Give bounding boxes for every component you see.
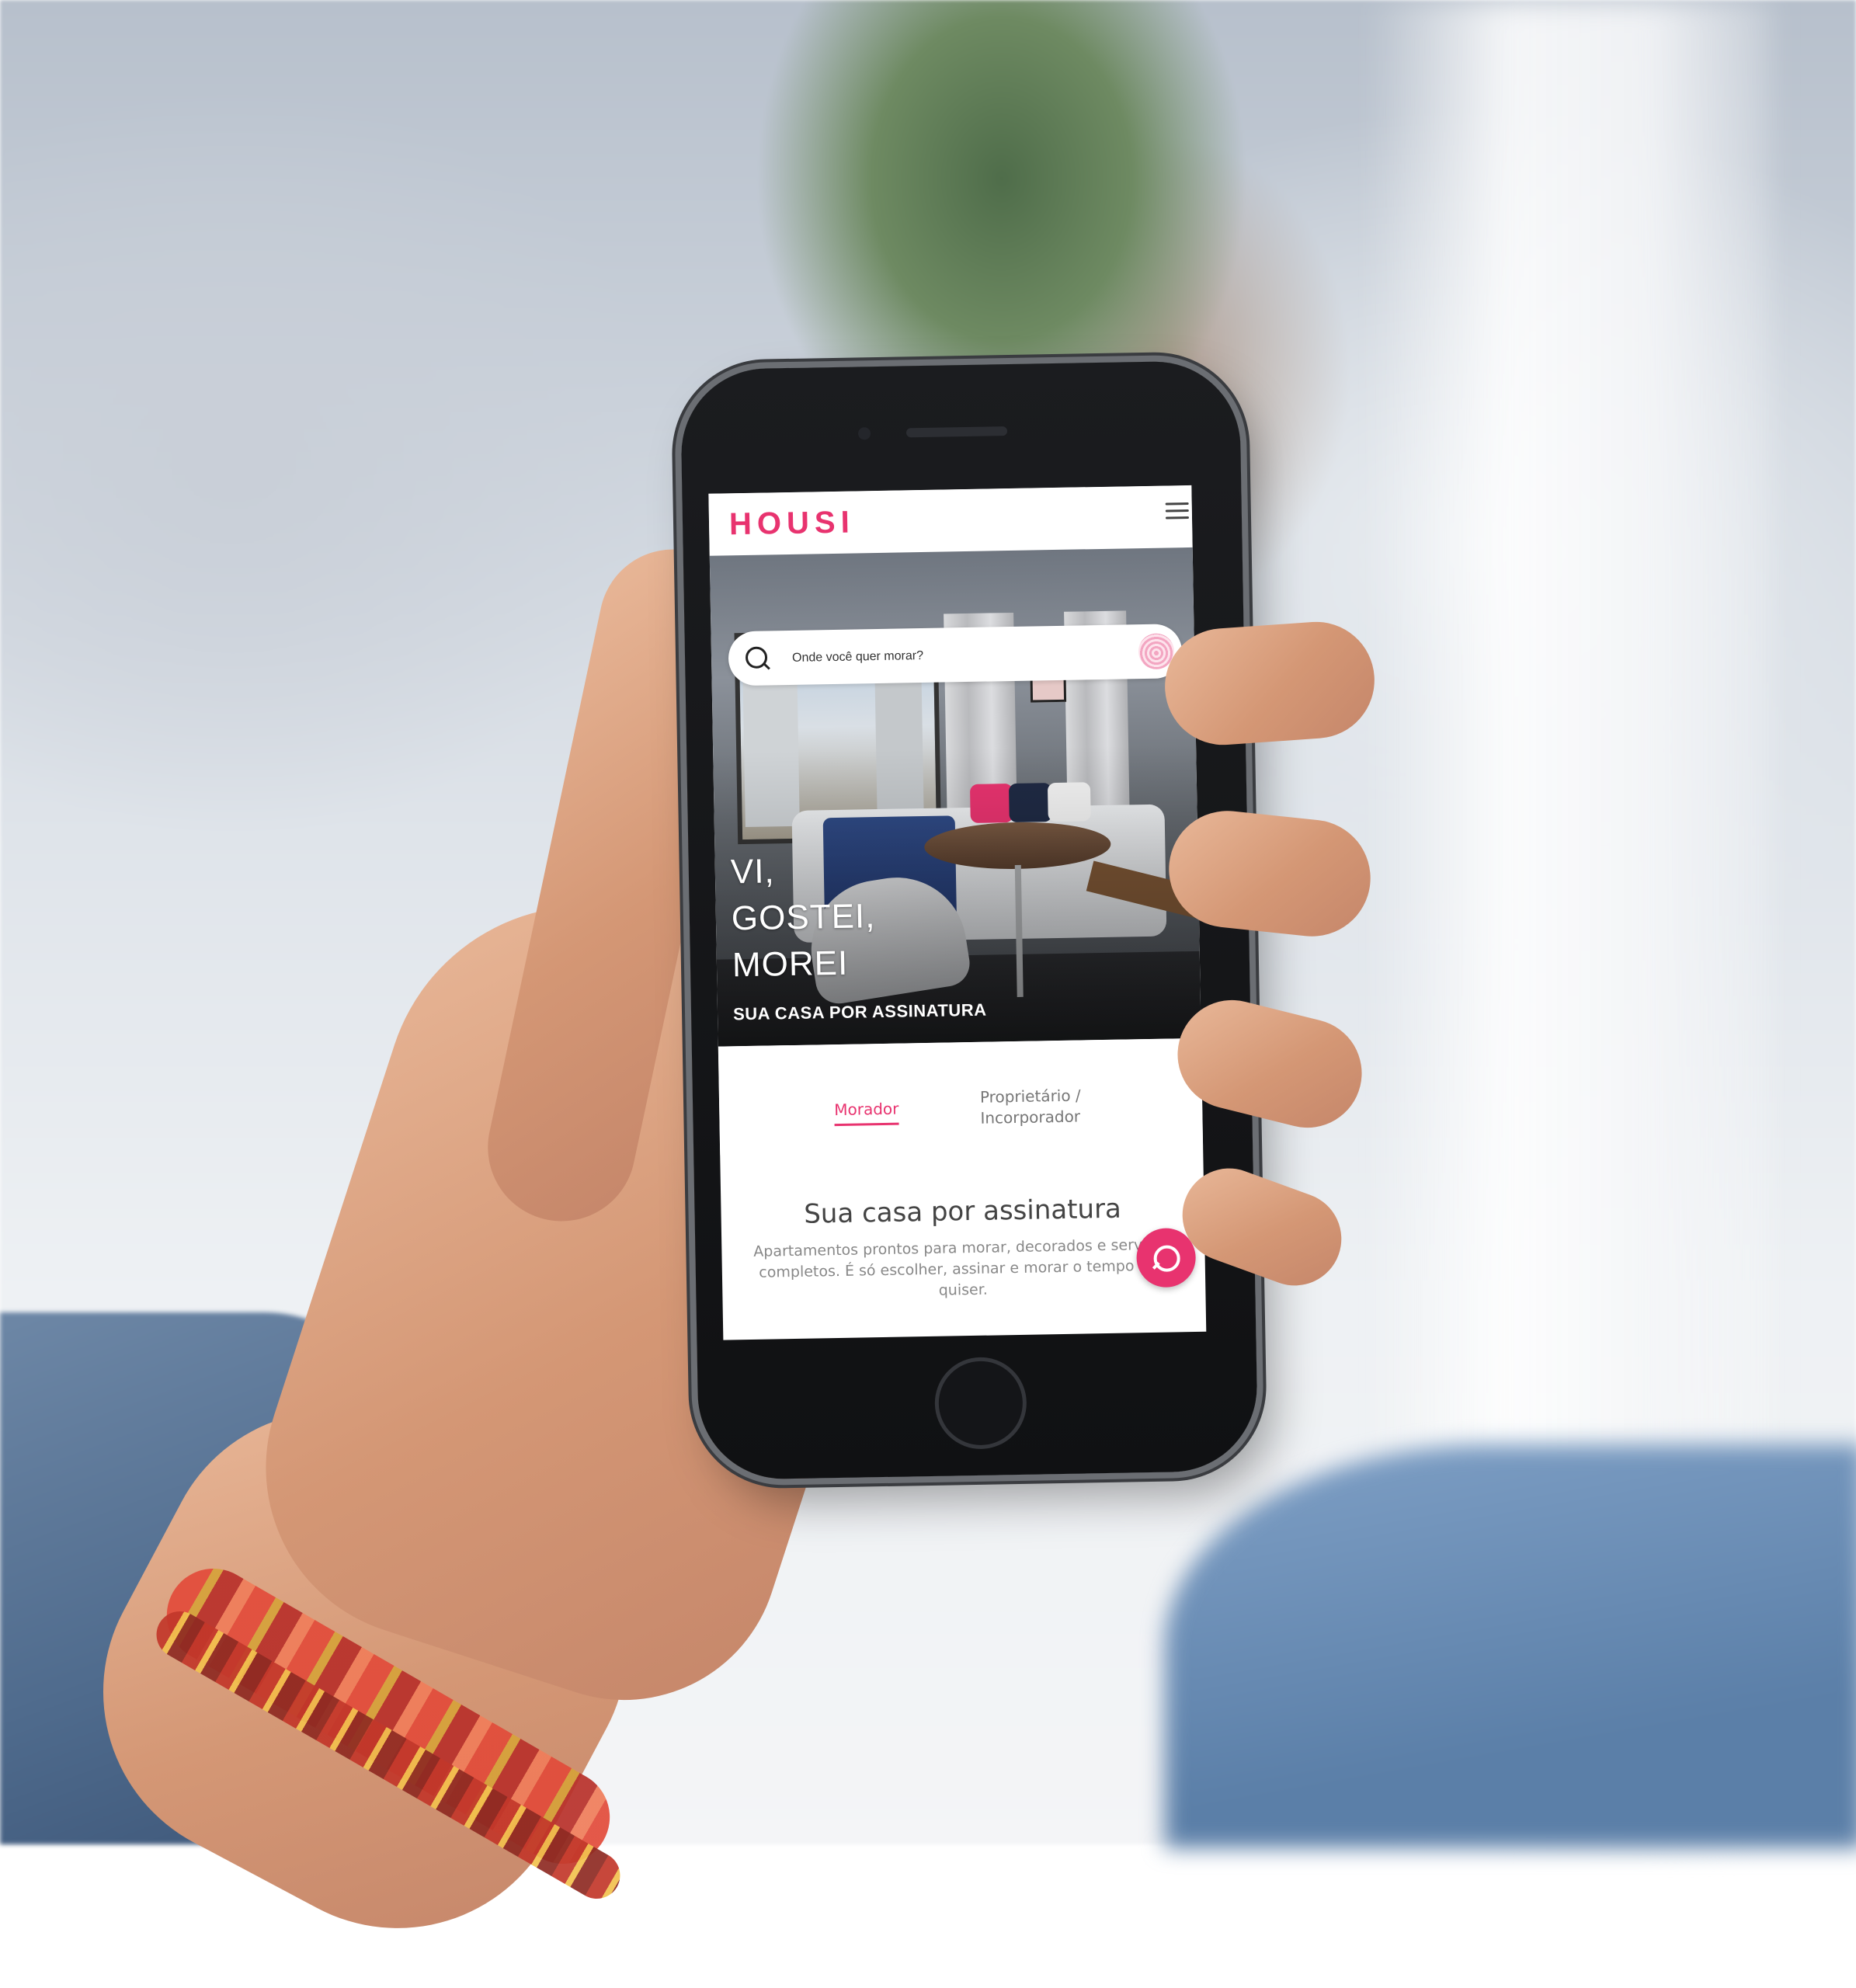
tab-morador[interactable]: Morador	[834, 1099, 899, 1127]
tab-proprietario-incorporador[interactable]: Proprietário / Incorporador	[980, 1085, 1121, 1129]
hero-headline-line: VI,	[730, 852, 776, 891]
menu-line	[1165, 516, 1190, 520]
audience-tabs: Morador Proprietário / Incorporador	[718, 1037, 1204, 1156]
earpiece-speaker	[905, 426, 1008, 438]
menu-line	[1165, 502, 1189, 506]
home-button[interactable]	[933, 1356, 1027, 1450]
hamburger-menu-icon[interactable]	[1165, 498, 1190, 525]
hero-headline: VI, GOSTEI, MOREI	[730, 844, 1027, 989]
hero-headline-line: MOREI	[732, 944, 849, 985]
section-description: Apartamentos prontos para morar, decorad…	[753, 1236, 1172, 1299]
chat-icon	[1153, 1245, 1180, 1272]
smartphone: HOUSI Onde você quer morar? VI, GOSTEI, …	[679, 360, 1259, 1481]
front-camera	[857, 427, 871, 440]
hero-headline-line: GOSTEI,	[731, 897, 876, 938]
search-input[interactable]	[790, 640, 1121, 671]
section-title: Sua casa por assinatura	[803, 1193, 1122, 1230]
hero-banner: VI, GOSTEI, MOREI SUA CASA POR ASSINATUR…	[709, 547, 1201, 1047]
search-icon[interactable]	[745, 646, 768, 669]
housi-logo[interactable]: HOUSI	[729, 505, 855, 542]
phone-screen: HOUSI Onde você quer morar? VI, GOSTEI, …	[708, 485, 1207, 1340]
jeans-right	[1165, 1444, 1856, 1848]
search-bar[interactable]	[728, 624, 1183, 686]
app-header: HOUSI	[708, 485, 1193, 556]
menu-line	[1165, 509, 1189, 513]
hand-finger	[1161, 617, 1378, 749]
